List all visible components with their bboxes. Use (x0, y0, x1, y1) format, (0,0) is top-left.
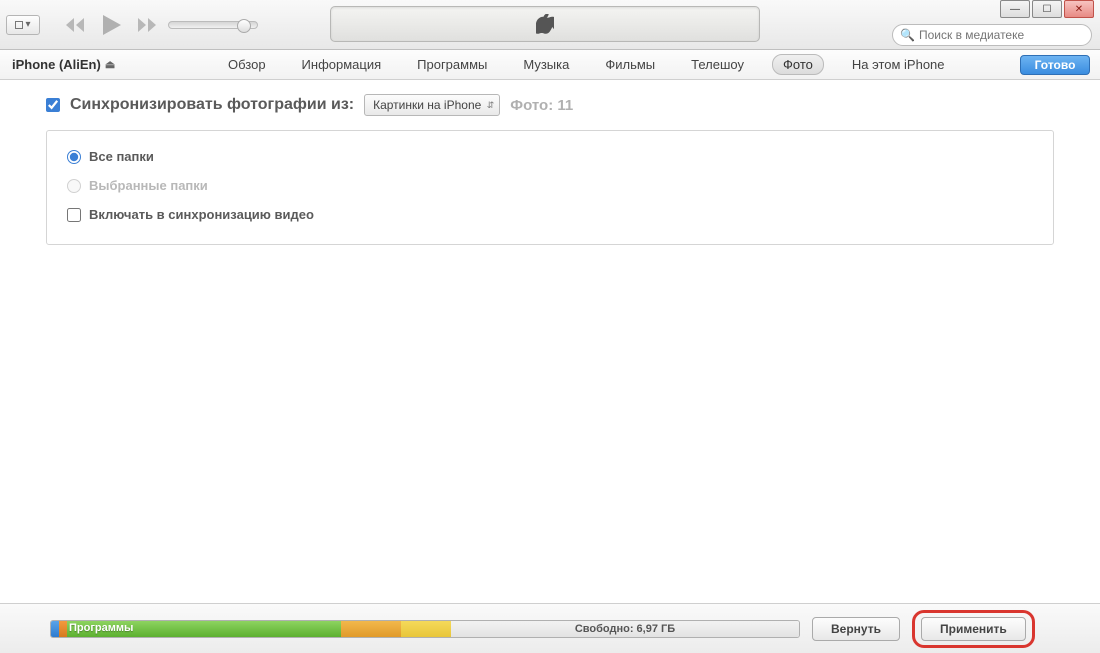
apply-highlight: Применить (912, 610, 1035, 648)
photo-count-value: 11 (557, 97, 573, 114)
next-track-button[interactable] (134, 11, 162, 39)
capacity-bar[interactable]: Свободно: 6,97 ГБ Программы (50, 620, 800, 638)
device-name[interactable]: iPhone (AliEn) ⏏ (12, 57, 115, 72)
minimize-button[interactable]: — (1000, 0, 1030, 18)
option-all-folders[interactable]: Все папки (67, 149, 1033, 164)
search-wrap: 🔍 (892, 24, 1092, 46)
playback-controls (62, 11, 162, 39)
capacity-apps-label: Программы (69, 622, 133, 634)
capacity-seg-other2 (401, 621, 451, 637)
selected-folders-radio (67, 179, 81, 193)
content-area: Синхронизировать фотографии из: Картинки… (0, 80, 1100, 259)
tab-photos[interactable]: Фото (772, 54, 824, 75)
option-include-video[interactable]: Включать в синхронизацию видео (67, 207, 1033, 222)
apple-logo-icon (536, 14, 554, 34)
play-button[interactable] (98, 11, 126, 39)
tab-movies[interactable]: Фильмы (597, 54, 663, 75)
done-button[interactable]: Готово (1020, 55, 1090, 75)
photo-count: Фото: 11 (510, 97, 573, 114)
device-tab-bar: iPhone (AliEn) ⏏ Обзор Информация Програ… (0, 50, 1100, 80)
tab-tvshows[interactable]: Телешоу (683, 54, 752, 75)
previous-track-button[interactable] (62, 11, 90, 39)
lcd-display (330, 6, 760, 42)
tab-apps[interactable]: Программы (409, 54, 495, 75)
close-button[interactable]: ✕ (1064, 0, 1094, 18)
sync-photos-label: Синхронизировать фотографии из: (70, 96, 354, 114)
include-video-checkbox[interactable] (67, 208, 81, 222)
option-selected-folders: Выбранные папки (67, 178, 1033, 193)
capacity-seg-other1 (59, 621, 67, 637)
tab-music[interactable]: Музыка (515, 54, 577, 75)
search-icon: 🔍 (900, 28, 915, 42)
volume-slider[interactable] (168, 21, 258, 29)
selected-folders-label: Выбранные папки (89, 178, 208, 193)
tab-info[interactable]: Информация (294, 54, 390, 75)
all-folders-label: Все папки (89, 149, 154, 164)
sync-photos-checkbox[interactable] (46, 98, 60, 112)
revert-button[interactable]: Вернуть (812, 617, 900, 641)
photo-count-label: Фото: (510, 97, 553, 114)
view-mode-button[interactable]: ▾ (6, 15, 40, 35)
tabs: Обзор Информация Программы Музыка Фильмы… (220, 54, 953, 75)
top-toolbar: ▾ — ☐ ✕ 🔍 (0, 0, 1100, 50)
window-controls: — ☐ ✕ (998, 0, 1094, 18)
apply-button[interactable]: Применить (921, 617, 1026, 641)
options-panel: Все папки Выбранные папки Включать в син… (46, 130, 1054, 245)
device-name-label: iPhone (AliEn) (12, 57, 101, 72)
all-folders-radio[interactable] (67, 150, 81, 164)
search-input[interactable] (892, 24, 1092, 46)
maximize-button[interactable]: ☐ (1032, 0, 1062, 18)
capacity-seg-audio (51, 621, 59, 637)
include-video-label: Включать в синхронизацию видео (89, 207, 314, 222)
tab-on-this-iphone[interactable]: На этом iPhone (844, 54, 953, 75)
capacity-seg-photos (341, 621, 401, 637)
capacity-seg-free: Свободно: 6,97 ГБ (451, 621, 799, 637)
bottom-bar: Свободно: 6,97 ГБ Программы Вернуть Прим… (0, 603, 1100, 653)
tab-overview[interactable]: Обзор (220, 54, 274, 75)
photo-source-select[interactable]: Картинки на iPhone (364, 94, 500, 116)
photo-source-value: Картинки на iPhone (373, 98, 481, 112)
sync-header-row: Синхронизировать фотографии из: Картинки… (46, 94, 1054, 116)
eject-icon[interactable]: ⏏ (105, 58, 115, 71)
